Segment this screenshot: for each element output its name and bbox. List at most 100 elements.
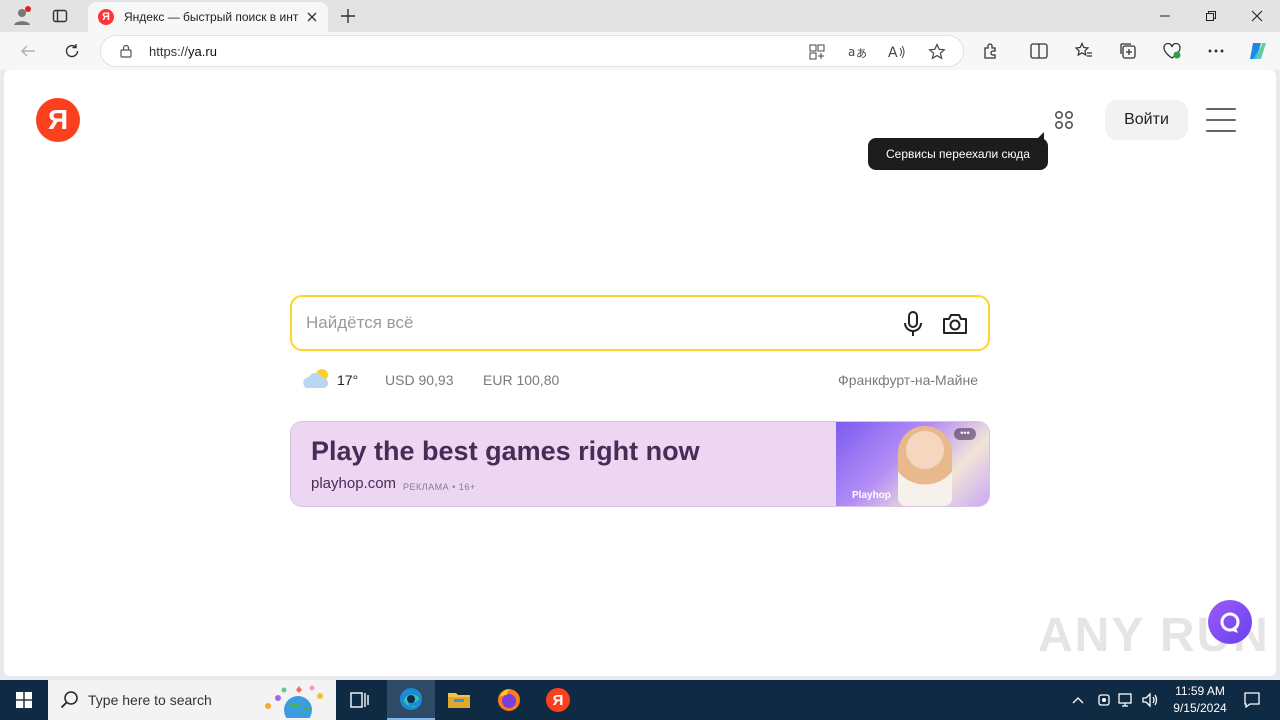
tab-close-button[interactable] bbox=[304, 9, 320, 25]
collections-button[interactable] bbox=[1114, 37, 1142, 65]
taskbar-search-box[interactable]: Type here to search bbox=[48, 680, 336, 720]
taskbar-firefox[interactable] bbox=[485, 680, 533, 720]
heart-pulse-icon bbox=[1163, 42, 1181, 59]
taskbar-file-explorer[interactable] bbox=[435, 680, 483, 720]
login-button[interactable]: Войти bbox=[1105, 100, 1188, 140]
camera-icon bbox=[943, 314, 967, 334]
start-button[interactable] bbox=[0, 680, 48, 720]
ad-domain: playhop.com bbox=[311, 475, 397, 492]
refresh-button[interactable] bbox=[58, 37, 86, 65]
ad-person-image bbox=[898, 426, 952, 506]
microphone-icon bbox=[904, 311, 922, 336]
yandex-browser-icon: Я bbox=[546, 688, 570, 712]
svg-text:a: a bbox=[848, 45, 855, 59]
window-close-button[interactable] bbox=[1234, 0, 1280, 32]
hamburger-menu-icon[interactable] bbox=[1206, 108, 1236, 132]
usd-rate[interactable]: USD 90,93 bbox=[385, 372, 453, 388]
taskbar-clock[interactable]: 11:59 AM 9/15/2024 bbox=[1160, 683, 1240, 717]
taskbar-search-placeholder: Type here to search bbox=[88, 692, 212, 708]
lock-icon bbox=[120, 44, 132, 58]
ad-more-button[interactable]: ••• bbox=[954, 428, 976, 440]
tab-strip: Я Яндекс — быстрый поиск в инт bbox=[0, 0, 1280, 32]
network-button[interactable] bbox=[1117, 690, 1137, 710]
profile-icon bbox=[14, 6, 31, 25]
search-box[interactable] bbox=[290, 295, 990, 351]
svg-text:A: A bbox=[888, 45, 898, 60]
ad-label: РЕКЛАМА • 16+ bbox=[403, 482, 476, 492]
svg-text:あ: あ bbox=[856, 47, 866, 60]
notifications-button[interactable] bbox=[1232, 680, 1272, 720]
split-screen-button[interactable] bbox=[1025, 37, 1053, 65]
clock-time: 11:59 AM bbox=[1175, 684, 1225, 698]
advertisement-banner[interactable]: Play the best games right now playhop.co… bbox=[290, 421, 990, 507]
read-aloud-button[interactable]: A bbox=[885, 40, 909, 64]
workspaces-button[interactable] bbox=[44, 4, 76, 28]
address-bar[interactable]: https://ya.ru aあ A bbox=[100, 35, 964, 67]
page-viewport: Я Войти Сервисы переехали сюда 17° USD 9… bbox=[4, 70, 1276, 676]
ad-image[interactable]: Playhop ••• bbox=[836, 422, 989, 506]
close-icon bbox=[1251, 10, 1263, 22]
restore-icon bbox=[1206, 11, 1216, 21]
split-screen-icon bbox=[1030, 43, 1048, 59]
search-input[interactable] bbox=[306, 309, 866, 337]
informers-row: 17° USD 90,93 EUR 100,80 Франкфурт-на-Ма… bbox=[302, 366, 982, 394]
more-dots-icon bbox=[1208, 49, 1224, 53]
browser-toolbar: https://ya.ru aあ A bbox=[0, 32, 1280, 70]
copilot-button[interactable] bbox=[1244, 37, 1272, 65]
device-icon bbox=[1098, 694, 1110, 706]
speaker-icon bbox=[1142, 692, 1158, 708]
firefox-icon bbox=[498, 689, 520, 711]
tab-title: Яндекс — быстрый поиск в инт bbox=[124, 10, 299, 24]
notification-icon bbox=[1244, 692, 1260, 709]
windows-logo-icon bbox=[16, 692, 32, 708]
volume-button[interactable] bbox=[1140, 690, 1160, 710]
url-text[interactable]: https://ya.ru bbox=[149, 44, 217, 59]
app-available-button[interactable] bbox=[805, 40, 829, 64]
task-view-icon bbox=[350, 692, 369, 708]
voice-search-button[interactable] bbox=[898, 309, 928, 339]
favorites-list-icon bbox=[1075, 42, 1092, 57]
minimize-button[interactable] bbox=[1142, 0, 1188, 32]
taskbar-yandex-browser[interactable]: Я bbox=[534, 680, 582, 720]
tab-actions-icon bbox=[52, 9, 68, 23]
puzzle-icon bbox=[984, 43, 996, 59]
restore-button[interactable] bbox=[1188, 0, 1234, 32]
yandex-favicon-icon: Я bbox=[98, 9, 114, 25]
region-link[interactable]: Франкфурт-на-Майне bbox=[838, 372, 978, 388]
services-button[interactable] bbox=[1050, 106, 1078, 134]
ad-headline[interactable]: Play the best games right now bbox=[311, 436, 700, 467]
active-tab[interactable]: Я Яндекс — быстрый поиск в инт bbox=[88, 2, 328, 32]
taskbar-edge[interactable] bbox=[387, 680, 435, 720]
show-hidden-icons-button[interactable] bbox=[1068, 690, 1088, 710]
refresh-icon bbox=[65, 44, 79, 58]
star-icon bbox=[928, 43, 946, 60]
extensions-button[interactable] bbox=[977, 37, 1005, 65]
profile-button[interactable] bbox=[6, 4, 38, 28]
cloudy-sun-icon[interactable] bbox=[302, 368, 332, 390]
favorite-button[interactable] bbox=[925, 40, 949, 64]
browser-essentials-button[interactable] bbox=[1158, 37, 1186, 65]
url-host: ya.ru bbox=[188, 44, 217, 59]
eur-rate[interactable]: EUR 100,80 bbox=[483, 372, 559, 388]
alice-assistant-button[interactable] bbox=[1208, 600, 1252, 644]
translate-button[interactable]: aあ bbox=[845, 40, 869, 64]
new-tab-button[interactable] bbox=[336, 4, 360, 28]
image-search-button[interactable] bbox=[940, 309, 970, 339]
folder-icon bbox=[448, 693, 470, 708]
task-view-button[interactable] bbox=[336, 680, 384, 720]
edge-icon bbox=[400, 688, 422, 710]
services-grid-icon bbox=[1054, 110, 1074, 130]
windows-taskbar: Type here to search Я 11:59 AM 9/15/2024 bbox=[0, 680, 1280, 720]
yandex-logo[interactable]: Я bbox=[36, 98, 80, 142]
services-tooltip: Сервисы переехали сюда bbox=[868, 132, 1048, 170]
settings-more-button[interactable] bbox=[1202, 37, 1230, 65]
translate-icon: aあ bbox=[848, 45, 866, 60]
tray-device-button[interactable] bbox=[1094, 690, 1114, 710]
weather-temperature[interactable]: 17° bbox=[337, 372, 358, 388]
back-button[interactable] bbox=[14, 37, 42, 65]
favorites-button[interactable] bbox=[1070, 37, 1098, 65]
url-scheme: https:// bbox=[149, 44, 189, 59]
minimize-icon bbox=[1160, 15, 1170, 17]
search-highlight-globe-icon bbox=[265, 685, 323, 718]
copilot-icon bbox=[1250, 43, 1266, 59]
